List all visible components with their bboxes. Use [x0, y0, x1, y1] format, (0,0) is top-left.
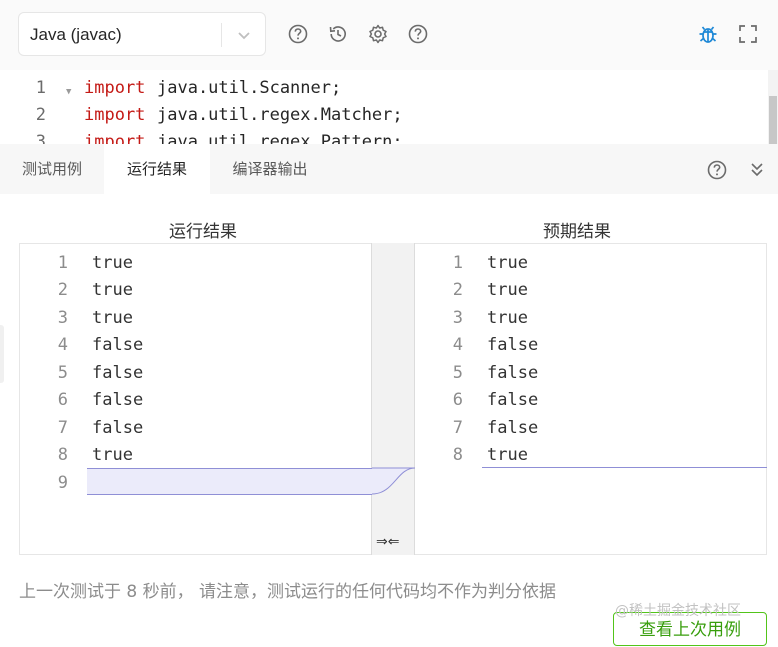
- history-icon[interactable]: [327, 23, 349, 45]
- line-number: 1: [452, 253, 463, 273]
- line-text: true: [92, 445, 133, 465]
- code-text: java.util.Scanner;: [157, 78, 342, 98]
- actual-result-title: 运行结果: [169, 222, 237, 242]
- code-line: 1 ▼ import java.util.Scanner;: [0, 78, 760, 105]
- line-text: true: [487, 253, 528, 273]
- tab-compiler-output[interactable]: 编译器输出: [210, 144, 330, 194]
- line-text: false: [487, 418, 539, 438]
- line-text: false: [487, 335, 539, 355]
- line-number: 3: [35, 132, 46, 144]
- code-keyword: import: [84, 105, 146, 125]
- actual-output-pane: [19, 243, 371, 555]
- merge-arrows-icon[interactable]: ⇒⇐: [376, 534, 399, 550]
- line-text: false: [92, 335, 144, 355]
- line-number: 8: [57, 445, 68, 465]
- line-text: false: [92, 418, 144, 438]
- gear-icon[interactable]: [367, 23, 389, 45]
- line-text: true: [92, 308, 133, 328]
- line-number: 5: [57, 363, 68, 383]
- merge-gutter: ⇒⇐: [371, 243, 415, 555]
- code-keyword: import: [84, 132, 146, 144]
- help-icon[interactable]: [407, 23, 429, 45]
- select-divider: [221, 23, 222, 47]
- line-text: true: [487, 280, 528, 300]
- line-number: 2: [57, 280, 68, 300]
- line-number: 5: [452, 363, 463, 383]
- diff-marker-line: [482, 467, 767, 468]
- code-editor[interactable]: 1 ▼ import java.util.Scanner; 2 import j…: [0, 70, 778, 144]
- expected-output-pane: [415, 243, 767, 555]
- toolbar: Java (javac): [0, 0, 778, 70]
- editor-scrollbar[interactable]: [768, 70, 778, 144]
- collapse-icon[interactable]: [746, 159, 768, 181]
- line-text: true: [92, 280, 133, 300]
- help-icon[interactable]: [706, 159, 728, 181]
- line-text: true: [92, 253, 133, 273]
- line-number: 3: [452, 308, 463, 328]
- line-number: 9: [57, 473, 68, 493]
- line-text: false: [487, 390, 539, 410]
- line-text: false: [92, 390, 144, 410]
- tab-test-cases[interactable]: 测试用例: [0, 144, 104, 194]
- code-line: 2 import java.util.regex.Matcher;: [0, 105, 760, 132]
- line-number: 2: [35, 105, 46, 125]
- code-keyword: import: [84, 78, 146, 98]
- result-tabbar: 测试用例 运行结果 编译器输出: [0, 144, 778, 194]
- tab-run-result[interactable]: 运行结果: [104, 144, 210, 194]
- line-number: 8: [452, 445, 463, 465]
- line-number: 1: [57, 253, 68, 273]
- bug-icon[interactable]: [697, 23, 719, 45]
- line-number: 2: [452, 280, 463, 300]
- line-number: 7: [452, 418, 463, 438]
- fullscreen-icon[interactable]: [737, 23, 759, 45]
- code-text: java.util.regex.Pattern;: [157, 132, 403, 144]
- line-number: 6: [452, 390, 463, 410]
- diff-connector: [372, 467, 415, 495]
- line-text: true: [487, 445, 528, 465]
- line-number: 6: [57, 390, 68, 410]
- line-text: false: [92, 363, 144, 383]
- line-text: true: [487, 308, 528, 328]
- line-number: 1: [35, 78, 46, 98]
- watermark: @稀土掘金技术社区: [615, 603, 741, 619]
- side-handle[interactable]: [0, 325, 4, 383]
- language-select[interactable]: Java (javac): [18, 12, 266, 56]
- line-number: 7: [57, 418, 68, 438]
- last-run-note: 上一次测试于 8 秒前， 请注意，测试运行的任何代码均不作为判分依据: [19, 582, 557, 602]
- line-number: 4: [57, 335, 68, 355]
- scrollbar-thumb[interactable]: [769, 96, 777, 144]
- chevron-down-icon[interactable]: [233, 24, 255, 46]
- language-select-value: Java (javac): [30, 25, 122, 44]
- expected-result-title: 预期结果: [543, 222, 611, 242]
- code-line: 3 import java.util.regex.Pattern;: [0, 132, 760, 144]
- fold-arrow-icon[interactable]: ▼: [66, 87, 71, 97]
- code-text: java.util.regex.Matcher;: [157, 105, 403, 125]
- line-number: 4: [452, 335, 463, 355]
- help-icon[interactable]: [287, 23, 309, 45]
- line-text: false: [487, 363, 539, 383]
- line-number: 3: [57, 308, 68, 328]
- diff-highlight-added-line: [87, 468, 372, 495]
